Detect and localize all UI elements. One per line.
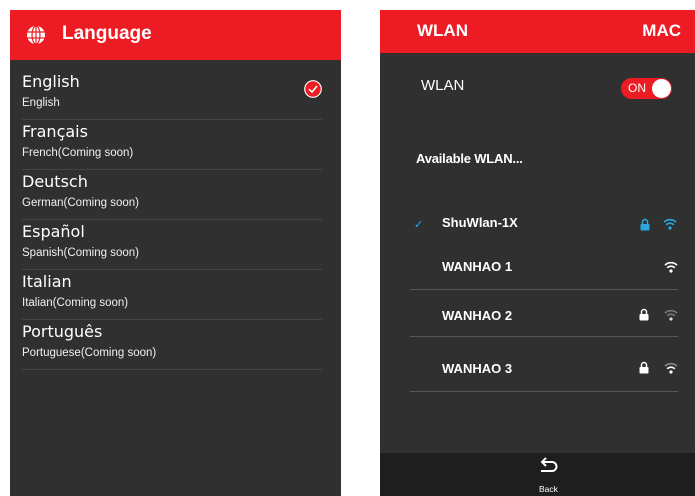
available-wlan-label: Available WLAN... [416, 151, 523, 166]
language-name: Deutsch [22, 172, 88, 191]
check-icon [304, 80, 322, 98]
language-subtitle: English [22, 97, 60, 109]
language-item-german[interactable]: Deutsch German(Coming soon) [22, 170, 322, 220]
language-subtitle: Portuguese(Coming soon) [22, 347, 157, 359]
language-title: Language [62, 23, 152, 44]
language-name: Français [22, 122, 88, 141]
language-name: English [22, 72, 80, 91]
wifi-icon [664, 309, 678, 321]
language-item-english[interactable]: English English [22, 70, 322, 120]
wlan-panel: WLAN MAC WLAN ON Available WLAN... ✓ Shu… [380, 10, 695, 496]
wlan-header: WLAN MAC [380, 10, 695, 53]
network-ssid: ShuWlan-1X [442, 215, 518, 230]
language-list: English English Français French(Coming s… [10, 70, 341, 370]
network-ssid: WANHAO 1 [442, 259, 513, 274]
toggle-on-text: ON [628, 81, 646, 95]
language-item-spanish[interactable]: Español Spanish(Coming soon) [22, 220, 322, 270]
language-subtitle: German(Coming soon) [22, 197, 139, 209]
network-item-shuwlan[interactable]: ✓ ShuWlan-1X [410, 204, 678, 244]
wlan-label: WLAN [421, 77, 465, 94]
language-item-italian[interactable]: Italian Italian(Coming soon) [22, 270, 322, 320]
mac-button[interactable]: MAC [642, 21, 681, 41]
wifi-icon [664, 362, 678, 374]
network-item-wanhao2[interactable]: WANHAO 2 [410, 296, 678, 337]
language-name: Italian [22, 272, 72, 291]
lock-icon [639, 308, 649, 321]
language-subtitle: French(Coming soon) [22, 147, 134, 159]
network-item-wanhao3[interactable]: WANHAO 3 [410, 351, 678, 392]
check-mark-icon: ✓ [414, 219, 424, 231]
network-ssid: WANHAO 2 [442, 308, 513, 323]
language-subtitle: Italian(Coming soon) [22, 297, 129, 309]
back-arrow-icon[interactable] [538, 457, 558, 474]
wlan-title: WLAN [417, 21, 468, 40]
language-item-portuguese[interactable]: Português Portuguese(Coming soon) [22, 320, 322, 370]
lock-icon [639, 361, 649, 374]
back-button[interactable]: Back [539, 484, 558, 494]
globe-icon [27, 25, 45, 45]
wifi-icon [663, 218, 677, 230]
language-panel: Language English English Français French… [10, 10, 341, 496]
wifi-icon [664, 261, 678, 273]
wlan-toggle[interactable]: ON [621, 78, 672, 99]
lock-icon [640, 218, 650, 231]
language-name: Español [22, 222, 85, 241]
language-item-french[interactable]: Français French(Coming soon) [22, 120, 322, 170]
toggle-knob [652, 79, 671, 98]
language-header: Language [10, 10, 341, 60]
language-subtitle: Spanish(Coming soon) [22, 247, 139, 259]
language-name: Português [22, 322, 103, 341]
network-ssid: WANHAO 3 [442, 361, 513, 376]
network-item-wanhao1[interactable]: WANHAO 1 [410, 249, 678, 290]
